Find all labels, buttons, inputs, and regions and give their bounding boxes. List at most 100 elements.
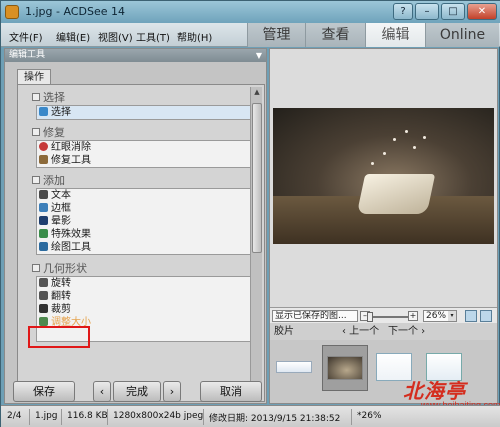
- operations-pane: 选择 选择 修复 红眼消除 修复工具 添加 文本 边框 晕影 特殊效果 绘图工具…: [17, 84, 265, 402]
- filmstrip-prev-button[interactable]: ‹ 上一个: [342, 324, 379, 340]
- app-window: 1.jpg - ACDSee 14 ? – □ ✕ 文件(F) 编辑(E) 视图…: [0, 0, 500, 427]
- title-bar: 1.jpg - ACDSee 14 ? – □ ✕: [1, 1, 500, 23]
- help-button[interactable]: ?: [393, 3, 413, 20]
- menu-edit[interactable]: 编辑(E): [56, 29, 90, 44]
- text-icon: [39, 190, 48, 199]
- group-header[interactable]: 几何形状: [32, 262, 252, 276]
- tool-text[interactable]: 文本: [37, 189, 251, 202]
- menu-file[interactable]: 文件(F): [9, 29, 43, 44]
- photo-petal: [405, 130, 408, 133]
- filmstrip-next-button[interactable]: 下一个 ›: [388, 324, 425, 340]
- zoom-slider-track[interactable]: [372, 316, 412, 318]
- tool-crop[interactable]: 裁剪: [37, 303, 251, 316]
- scroll-up-icon[interactable]: ▲: [252, 88, 262, 99]
- tool-border[interactable]: 边框: [37, 202, 251, 215]
- collapse-icon[interactable]: [32, 176, 40, 184]
- menu-bar: 文件(F) 编辑(E) 视图(V) 工具(T) 帮助(H) 管理 查看 编辑 O…: [1, 23, 500, 47]
- group-repair: 修复 红眼消除 修复工具: [32, 126, 252, 168]
- tab-manage[interactable]: 管理: [247, 23, 305, 47]
- menu-view[interactable]: 视图(V): [98, 29, 133, 44]
- rotate-icon: [39, 278, 48, 287]
- menu-help[interactable]: 帮助(H): [177, 29, 212, 44]
- cancel-button[interactable]: 取消: [200, 381, 262, 402]
- panel-title: 编辑工具: [9, 50, 46, 60]
- zoom-toolbar: 显示已保存的图... – + 26% ▾: [270, 307, 497, 323]
- select-icon: [39, 107, 48, 116]
- thumbnail-image: [276, 361, 312, 373]
- tool-rotate[interactable]: 旋转: [37, 277, 251, 290]
- minimize-button[interactable]: –: [415, 3, 439, 20]
- done-button[interactable]: 完成: [113, 381, 161, 402]
- fit-image-icon[interactable]: [465, 310, 477, 322]
- next-tool-button[interactable]: ›: [163, 381, 181, 402]
- highlight-box: [28, 326, 90, 348]
- save-button[interactable]: 保存: [13, 381, 75, 402]
- edit-tools-panel: 编辑工具 ▼ 操作 选择 选择 修复 红眼消除 修复工具 添加 文本 边框 晕影…: [4, 48, 267, 404]
- collapse-icon[interactable]: [32, 128, 40, 136]
- zoom-in-button[interactable]: +: [408, 311, 418, 321]
- status-filesize: 116.8 KB: [67, 411, 108, 421]
- tab-edit[interactable]: 编辑: [365, 23, 425, 47]
- acdsee-app-icon: [5, 5, 19, 19]
- flip-icon: [39, 291, 48, 300]
- actual-size-icon[interactable]: [480, 310, 492, 322]
- zoom-slider-handle[interactable]: [367, 312, 373, 322]
- group-header[interactable]: 选择: [32, 91, 252, 105]
- saved-view-select[interactable]: 显示已保存的图...: [272, 310, 358, 322]
- photo-petal: [371, 162, 374, 165]
- image-preview[interactable]: [273, 108, 494, 244]
- preview-panel: 显示已保存的图... – + 26% ▾ 胶片 ‹ 上一个 下一个 ›: [269, 48, 498, 404]
- status-index: 2/4: [7, 411, 22, 421]
- status-zoom: *26%: [357, 411, 382, 421]
- group-add: 添加 文本 边框 晕影 特殊效果 绘图工具: [32, 174, 252, 255]
- tool-repair[interactable]: 修复工具: [37, 154, 251, 167]
- panel-header: 编辑工具 ▼: [5, 49, 266, 62]
- crop-icon: [39, 304, 48, 313]
- border-icon: [39, 203, 48, 212]
- photo-book: [356, 174, 436, 214]
- filmstrip-header: 胶片 ‹ 上一个 下一个 ›: [270, 324, 497, 340]
- tab-operations[interactable]: 操作: [17, 69, 51, 85]
- scroll-thumb[interactable]: [252, 103, 262, 253]
- window-title: 1.jpg - ACDSee 14: [25, 5, 125, 18]
- tool-select[interactable]: 选择: [37, 106, 251, 119]
- group-header[interactable]: 添加: [32, 174, 252, 188]
- resize-icon: [39, 317, 48, 326]
- thumbnail-image: [327, 356, 363, 380]
- collapse-icon[interactable]: [32, 264, 40, 272]
- tab-view[interactable]: 查看: [305, 23, 365, 47]
- tool-vignette[interactable]: 晕影: [37, 215, 251, 228]
- tool-list-scrollbar[interactable]: ▲ ▼: [250, 87, 262, 399]
- chevron-down-icon[interactable]: ▾: [448, 311, 456, 321]
- tab-online[interactable]: Online: [425, 23, 499, 47]
- maximize-button[interactable]: □: [441, 3, 465, 20]
- zoom-level-select[interactable]: 26% ▾: [423, 310, 457, 322]
- status-filename: 1.jpg: [35, 411, 58, 421]
- group-select: 选择 选择: [32, 91, 252, 120]
- close-button[interactable]: ✕: [467, 3, 497, 20]
- prev-tool-button[interactable]: ‹: [93, 381, 111, 402]
- tool-list: 选择 选择 修复 红眼消除 修复工具 添加 文本 边框 晕影 特殊效果 绘图工具…: [32, 91, 252, 401]
- status-dimensions: 1280x800x24b jpeg: [113, 411, 204, 421]
- status-modified-date: 修改日期: 2013/9/15 21:38:52: [209, 414, 341, 424]
- filmstrip-thumbnail-selected[interactable]: [322, 345, 368, 391]
- group-box: 文本 边框 晕影 特殊效果 绘图工具: [36, 188, 252, 255]
- filmstrip-thumbnail[interactable]: [272, 345, 318, 391]
- tool-drawing[interactable]: 绘图工具: [37, 241, 251, 254]
- status-bar: 2/4 1.jpg 116.8 KB 1280x800x24b jpeg 修改日…: [1, 405, 500, 427]
- preview-area: [270, 49, 497, 307]
- collapse-icon[interactable]: [32, 93, 40, 101]
- photo-petal: [393, 138, 396, 141]
- tool-red-eye[interactable]: 红眼消除: [37, 141, 251, 154]
- filmstrip-label: 胶片: [274, 326, 294, 337]
- eye-icon: [39, 142, 48, 151]
- group-header[interactable]: 修复: [32, 126, 252, 140]
- tool-special-effects[interactable]: 特殊效果: [37, 228, 251, 241]
- vignette-icon: [39, 216, 48, 225]
- tool-flip[interactable]: 翻转: [37, 290, 251, 303]
- panel-menu-icon[interactable]: ▼: [256, 49, 262, 62]
- bandage-icon: [39, 155, 48, 164]
- group-box: 红眼消除 修复工具: [36, 140, 252, 168]
- menu-tools[interactable]: 工具(T): [136, 29, 170, 44]
- photo-petal: [413, 146, 416, 149]
